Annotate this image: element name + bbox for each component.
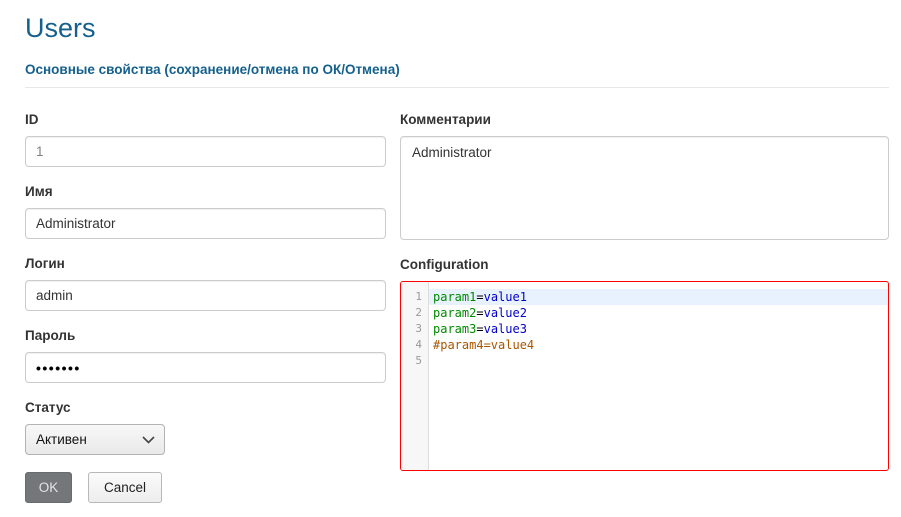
status-group: Статус Активен xyxy=(25,400,386,455)
status-label: Статус xyxy=(25,400,386,416)
comments-group: Комментарии Administrator xyxy=(400,112,889,240)
code-token-op: = xyxy=(476,322,483,336)
code-token-op: = xyxy=(476,306,483,320)
password-label: Пароль xyxy=(25,328,386,344)
name-group: Имя xyxy=(25,184,386,239)
name-label: Имя xyxy=(25,184,386,200)
code-token-op: = xyxy=(476,290,483,304)
code-token-key: param1 xyxy=(433,290,476,304)
line-number: 2 xyxy=(401,305,429,321)
code-line: param2=value2 xyxy=(429,305,888,321)
line-number: 1 xyxy=(401,289,429,305)
form-actions: OK Cancel xyxy=(25,472,386,503)
code-line: param3=value3 xyxy=(429,321,888,337)
status-selected-value: Активен xyxy=(36,432,87,447)
name-field[interactable] xyxy=(25,208,386,239)
comments-field[interactable]: Administrator xyxy=(400,136,889,240)
section-subtitle: Основные свойства (сохранение/отмена по … xyxy=(25,62,889,77)
configuration-editor[interactable]: 1param1=value12param2=value23param3=valu… xyxy=(400,281,889,471)
code-line xyxy=(429,353,888,369)
editor-line[interactable]: 5 xyxy=(401,353,888,369)
id-label: ID xyxy=(25,112,386,128)
ok-button[interactable]: OK xyxy=(25,472,72,503)
code-token-key: param3 xyxy=(433,322,476,336)
login-group: Логин xyxy=(25,256,386,311)
code-token-value: value3 xyxy=(484,322,527,336)
form: ID Имя Логин Пароль Статус Активен xyxy=(25,112,889,503)
editor-line[interactable]: 2param2=value2 xyxy=(401,305,888,321)
editor-line[interactable]: 4 #param4=value4 xyxy=(401,337,888,353)
form-column-right: Комментарии Administrator Configuration … xyxy=(400,112,889,503)
code-token-value: value1 xyxy=(484,290,527,304)
configuration-group: Configuration 1param1=value12param2=valu… xyxy=(400,257,889,471)
login-field[interactable] xyxy=(25,280,386,311)
id-field[interactable] xyxy=(25,136,386,167)
line-number: 4 xyxy=(401,337,429,353)
cancel-button[interactable]: Cancel xyxy=(88,472,162,503)
page-title: Users xyxy=(25,0,889,43)
form-column-left: ID Имя Логин Пароль Статус Активен xyxy=(25,112,386,503)
code-token-comment: #param4=value4 xyxy=(433,338,534,352)
chevron-down-icon xyxy=(142,436,155,444)
code-token-key: param2 xyxy=(433,306,476,320)
configuration-label: Configuration xyxy=(400,257,889,273)
id-group: ID xyxy=(25,112,386,167)
password-group: Пароль xyxy=(25,328,386,383)
line-number: 3 xyxy=(401,321,429,337)
password-field[interactable] xyxy=(25,352,386,383)
page: Users Основные свойства (сохранение/отме… xyxy=(0,0,901,503)
divider xyxy=(25,87,889,88)
editor-line[interactable]: 3param3=value3 xyxy=(401,321,888,337)
editor-lines: 1param1=value12param2=value23param3=valu… xyxy=(401,282,888,369)
comments-label: Комментарии xyxy=(400,112,889,128)
code-line: #param4=value4 xyxy=(429,337,888,353)
status-select[interactable]: Активен xyxy=(25,424,165,455)
login-label: Логин xyxy=(25,256,386,272)
code-line: param1=value1 xyxy=(429,289,888,305)
editor-line[interactable]: 1param1=value1 xyxy=(401,289,888,305)
line-number: 5 xyxy=(401,353,429,369)
code-token-value: value2 xyxy=(484,306,527,320)
